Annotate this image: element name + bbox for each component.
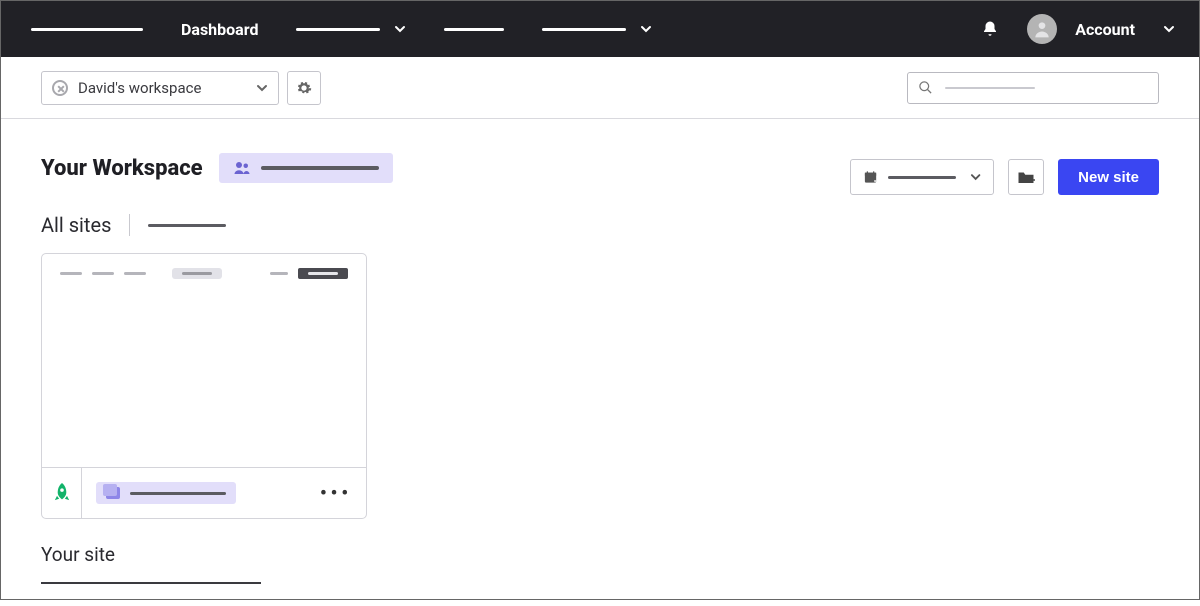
nav-item-3[interactable] (444, 28, 504, 31)
workspace-select[interactable]: David's workspace (41, 71, 279, 105)
search-placeholder (945, 87, 1035, 89)
all-sites-heading: All sites (41, 213, 1159, 237)
workspace-settings-button[interactable] (287, 71, 321, 105)
rocket-icon (53, 483, 71, 503)
pages-icon (106, 487, 120, 499)
nav-account-label[interactable]: Account (1075, 20, 1135, 39)
chevron-down-icon (970, 171, 981, 183)
person-icon (1032, 19, 1052, 39)
site-name-chip[interactable] (96, 482, 236, 504)
gear-icon (296, 80, 312, 96)
site-card-footer: ••• (42, 468, 366, 518)
workspace-icon (52, 80, 68, 96)
team-badge[interactable] (219, 153, 393, 183)
site-more-button[interactable]: ••• (320, 483, 352, 504)
nav-logo[interactable] (31, 28, 143, 31)
new-site-button[interactable]: New site (1058, 159, 1159, 195)
sub-bar: David's workspace (1, 57, 1199, 119)
workspace-name: David's workspace (78, 79, 256, 97)
folder-plus-icon (1017, 169, 1035, 185)
chevron-down-icon (640, 23, 652, 35)
site-name (130, 492, 226, 495)
section-subtext (148, 224, 226, 227)
your-site-underline (41, 582, 261, 584)
site-preview (42, 254, 366, 468)
search-icon (918, 80, 933, 95)
calendar-icon (863, 169, 878, 185)
search-input[interactable] (907, 72, 1159, 104)
nav-dashboard-label: Dashboard (181, 20, 258, 39)
top-nav: Dashboard Account (1, 1, 1199, 57)
workspace-heading: Your Workspace (41, 156, 203, 181)
avatar[interactable] (1027, 14, 1057, 44)
nav-item-4[interactable] (542, 23, 652, 35)
bell-icon[interactable] (981, 20, 999, 38)
main-content: Your Workspace New site All sites (1, 119, 1199, 606)
chevron-down-icon (394, 23, 406, 35)
people-icon (233, 159, 251, 177)
site-status-icon-box (42, 468, 82, 518)
team-label (261, 166, 379, 170)
date-filter-dropdown[interactable] (850, 159, 994, 195)
add-folder-button[interactable] (1008, 159, 1044, 195)
your-site-heading: Your site (41, 543, 1159, 566)
chevron-down-icon[interactable] (1163, 23, 1175, 35)
site-card[interactable]: ••• (41, 253, 367, 519)
nav-item-2[interactable] (296, 23, 406, 35)
chevron-down-icon (256, 82, 268, 94)
nav-dashboard[interactable]: Dashboard (181, 20, 258, 39)
